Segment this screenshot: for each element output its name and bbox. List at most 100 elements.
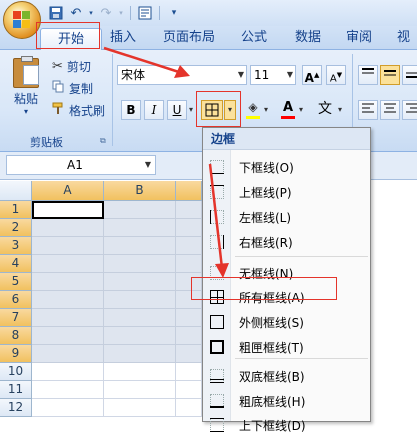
align-bottom-button[interactable] (402, 65, 417, 85)
cell[interactable] (104, 381, 176, 399)
row-header[interactable]: 3 (0, 237, 32, 255)
tab-review[interactable]: 审阅 (346, 26, 372, 50)
customize-icon[interactable]: ▾ (166, 5, 182, 21)
cell[interactable] (104, 363, 176, 381)
cell[interactable] (32, 399, 104, 417)
paste-button[interactable]: 粘贴 ▾ (6, 56, 46, 128)
row-header[interactable]: 12 (0, 399, 32, 417)
cell[interactable] (176, 345, 202, 363)
align-center-button[interactable] (380, 100, 400, 120)
save-icon[interactable] (48, 5, 64, 21)
font-size-combo[interactable]: 11 ▼ (250, 65, 296, 85)
cell[interactable] (32, 219, 104, 237)
menu-item-top-bottom-border[interactable]: 上下框线(D) (203, 413, 370, 437)
cell[interactable] (104, 345, 176, 363)
row-header[interactable]: 7 (0, 309, 32, 327)
row-header[interactable]: 4 (0, 255, 32, 273)
office-logo-icon (13, 11, 31, 29)
cell[interactable] (32, 291, 104, 309)
row-header[interactable]: 6 (0, 291, 32, 309)
cell[interactable] (104, 327, 176, 345)
select-all-corner[interactable] (0, 181, 32, 201)
tab-formulas[interactable]: 公式 (241, 26, 267, 50)
menu-item-label: 左框线(L) (239, 211, 292, 225)
cell[interactable] (176, 399, 202, 417)
name-box[interactable]: A1 ▼ (6, 155, 156, 175)
double-bottom-border-icon (210, 369, 224, 383)
align-middle-button[interactable] (380, 65, 400, 85)
tab-view[interactable]: 视图 (397, 26, 417, 69)
cell[interactable] (104, 237, 176, 255)
phonetic-button[interactable]: 文 (313, 98, 337, 122)
cell[interactable] (32, 363, 104, 381)
copy-button[interactable]: 复制 (52, 78, 93, 98)
cell[interactable] (104, 273, 176, 291)
row-header[interactable]: 8 (0, 327, 32, 345)
thick-bottom-border-icon (210, 394, 224, 408)
active-cell[interactable] (32, 201, 104, 219)
redo-icon[interactable]: ↷ (98, 5, 114, 21)
format-painter-button[interactable]: 格式刷 (52, 100, 105, 120)
cell[interactable] (176, 363, 202, 381)
menu-item-double-bottom-border[interactable]: 双底框线(B) (203, 364, 370, 388)
row-header[interactable]: 10 (0, 363, 32, 381)
chevron-down-icon[interactable]: ▾ (338, 105, 342, 114)
row-header[interactable]: 9 (0, 345, 32, 363)
chevron-down-icon[interactable]: ▾ (189, 105, 193, 114)
menu-item-label: 上框线(P) (239, 186, 292, 200)
align-middle-icon (384, 70, 396, 76)
cell[interactable] (32, 309, 104, 327)
cell[interactable] (104, 291, 176, 309)
column-header-a[interactable]: A (32, 181, 104, 201)
grow-font-button[interactable]: A▲ (302, 65, 322, 85)
font-color-button[interactable]: A (278, 100, 298, 120)
chevron-down-icon[interactable]: ▼ (145, 156, 151, 174)
cell[interactable] (104, 309, 176, 327)
underline-button[interactable]: U (167, 100, 187, 120)
paint-bucket-icon: ◈ (248, 100, 258, 114)
fill-color-button[interactable]: ◈ (243, 100, 263, 120)
column-header-b[interactable]: B (104, 181, 176, 201)
menu-item-label: 上下框线(D) (239, 419, 306, 433)
cell[interactable] (32, 381, 104, 399)
align-right-button[interactable] (402, 100, 417, 120)
cell[interactable] (104, 219, 176, 237)
copy-icon (52, 80, 65, 96)
align-top-button[interactable] (358, 65, 378, 85)
menu-item-thick-bottom-border[interactable]: 粗底框线(H) (203, 389, 370, 413)
row-header[interactable]: 1 (0, 201, 32, 219)
cell[interactable] (32, 255, 104, 273)
row-header[interactable]: 2 (0, 219, 32, 237)
bold-button[interactable]: B (121, 100, 141, 120)
undo-dropdown-icon[interactable]: ▾ (88, 5, 94, 21)
cell[interactable] (176, 327, 202, 345)
undo-icon[interactable]: ↶ (68, 5, 84, 21)
print-preview-icon[interactable] (137, 5, 153, 21)
dialog-launcher-icon[interactable]: ⧉ (100, 136, 106, 146)
cut-button[interactable]: ✂ 剪切 (52, 56, 91, 76)
redo-dropdown-icon[interactable]: ▾ (118, 5, 124, 21)
cell[interactable] (176, 381, 202, 399)
chevron-down-icon[interactable]: ▼ (287, 66, 293, 84)
menu-item-thick-box-border[interactable]: 粗匣框线(T) (203, 335, 370, 359)
row-header[interactable]: 11 (0, 381, 32, 399)
menu-item-outside-borders[interactable]: 外侧框线(S) (203, 310, 370, 334)
font-color-icon: A (282, 100, 294, 115)
italic-button[interactable]: I (144, 100, 164, 120)
cell[interactable] (176, 309, 202, 327)
tab-data[interactable]: 数据 (295, 26, 321, 50)
cell[interactable] (104, 399, 176, 417)
cell[interactable] (104, 201, 176, 219)
cell[interactable] (32, 237, 104, 255)
cell[interactable] (32, 273, 104, 291)
row-header[interactable]: 5 (0, 273, 32, 291)
shrink-font-button[interactable]: A▼ (326, 65, 346, 85)
chevron-down-icon[interactable]: ▾ (299, 105, 303, 114)
cell[interactable] (32, 345, 104, 363)
align-left-button[interactable] (358, 100, 378, 120)
cell[interactable] (32, 327, 104, 345)
align-left-icon (362, 103, 374, 113)
chevron-down-icon[interactable]: ▾ (264, 105, 268, 114)
cell[interactable] (104, 255, 176, 273)
chevron-down-icon[interactable]: ▼ (238, 66, 244, 84)
